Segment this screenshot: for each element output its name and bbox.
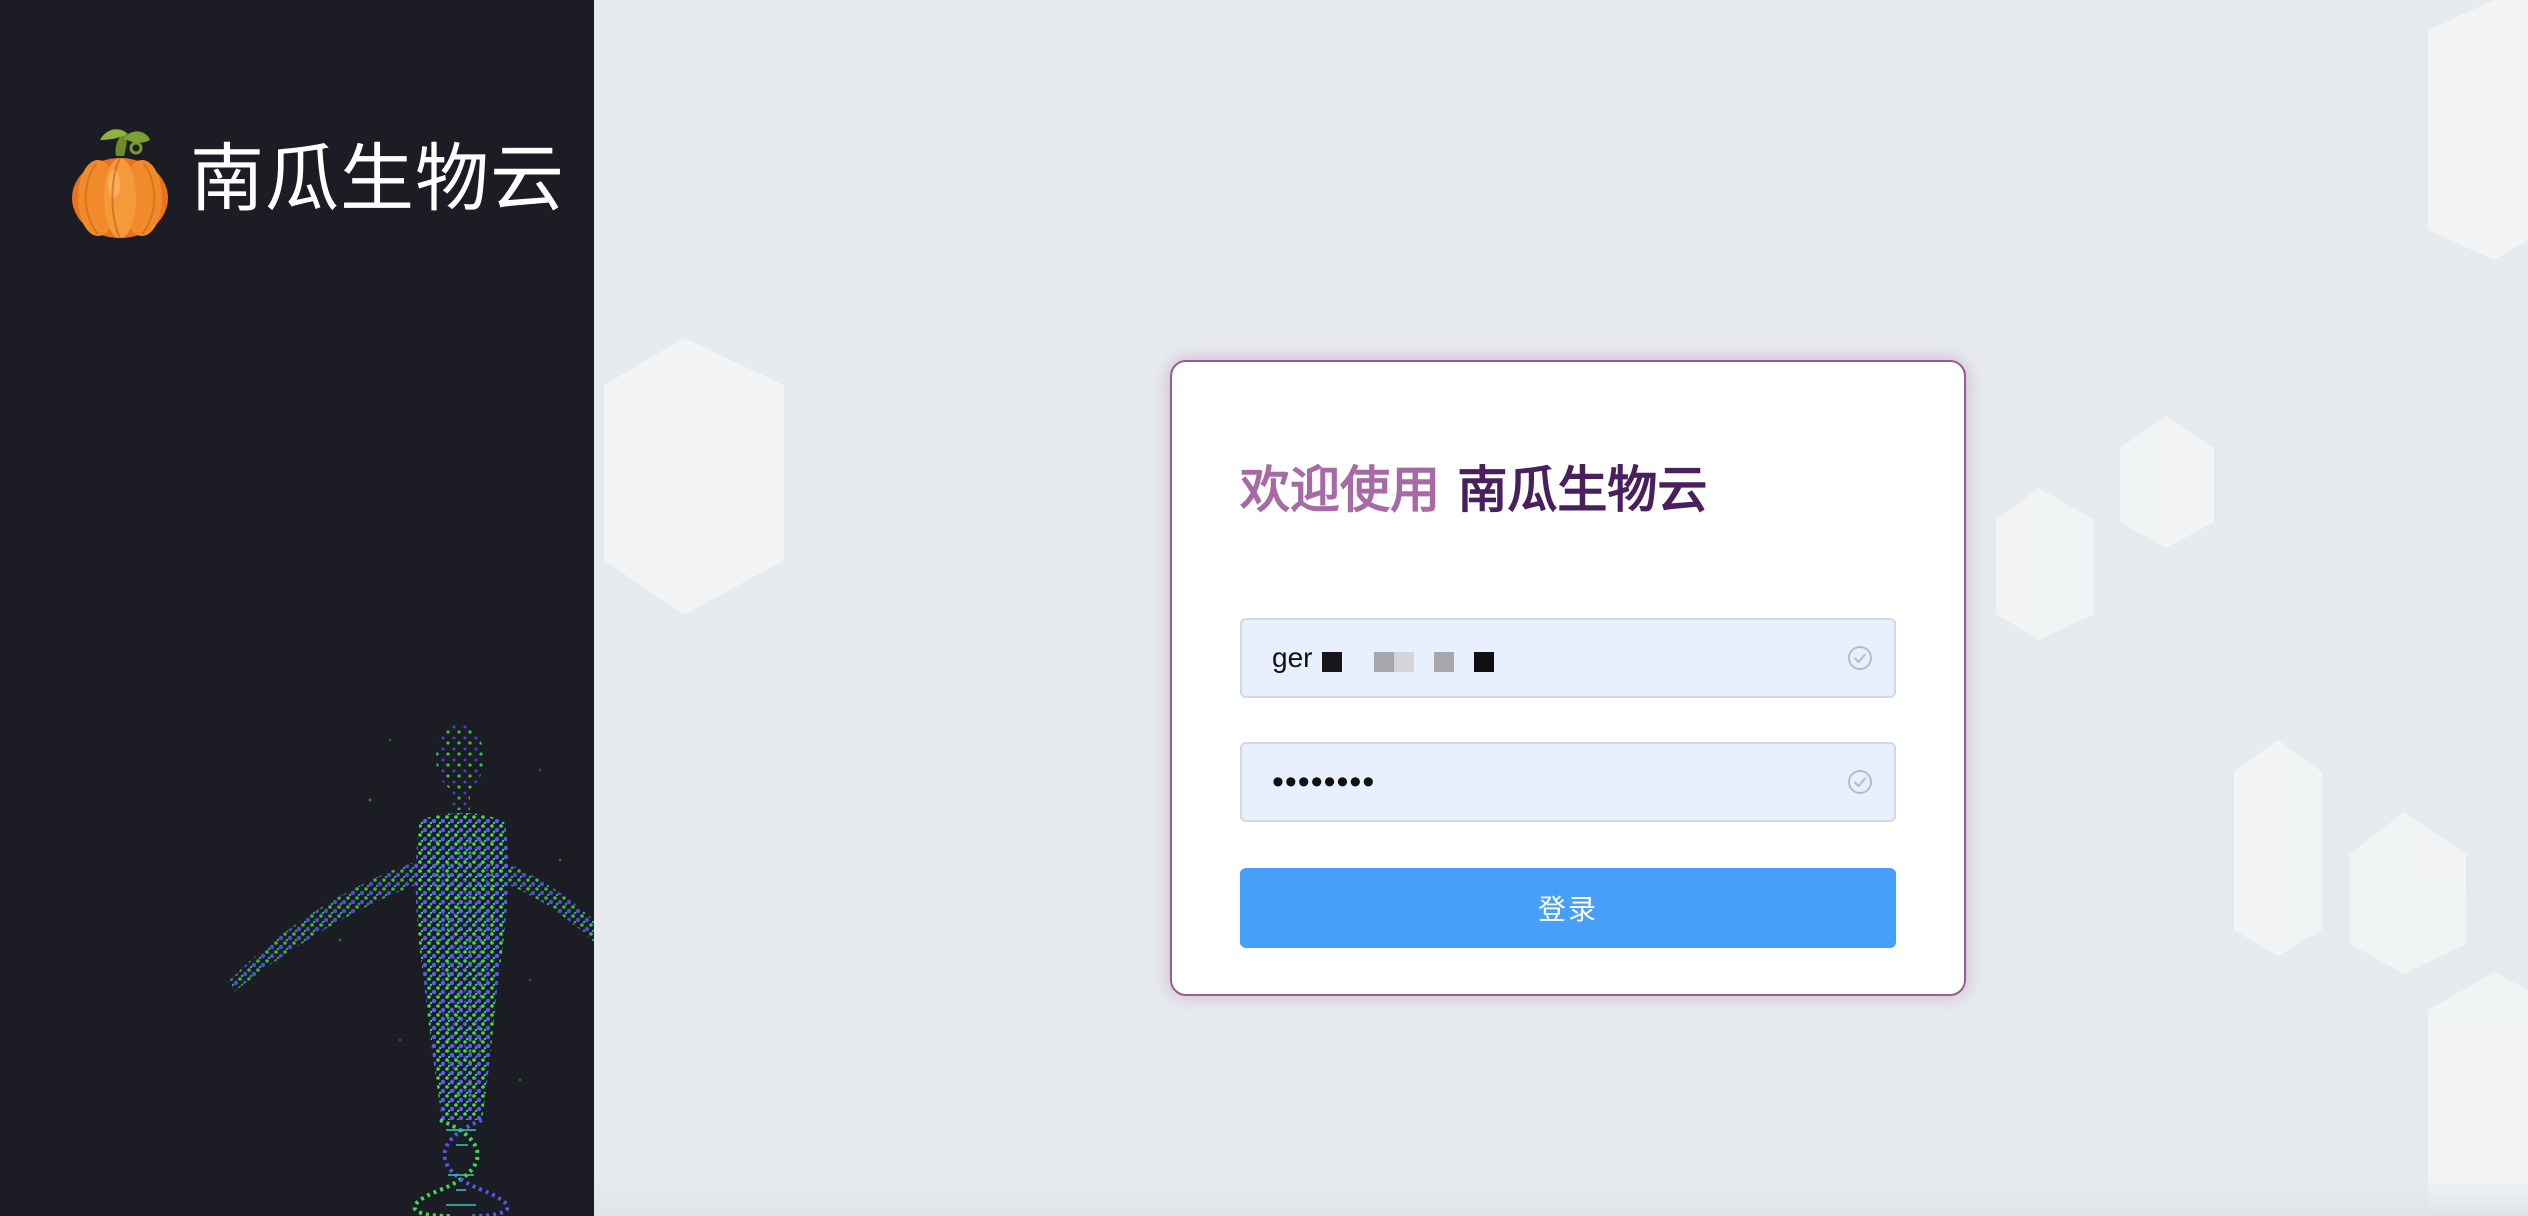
- welcome-prefix: 欢迎使用: [1240, 459, 1440, 519]
- login-button[interactable]: 登录: [1240, 868, 1896, 948]
- login-card: 欢迎使用 南瓜生物云 ger •••••••• 登录: [1170, 360, 1966, 996]
- pumpkin-icon: [72, 129, 168, 239]
- password-input[interactable]: [1272, 752, 1846, 812]
- dna-human-illustration: [230, 724, 594, 1216]
- login-page: 南瓜生物云 欢迎使用 南瓜生物云 ger •••••••• 登录: [0, 0, 2528, 1216]
- redacted-text-mask: [1322, 652, 1494, 672]
- password-field[interactable]: [1240, 742, 1896, 822]
- brand-header: 南瓜生物云: [70, 118, 565, 240]
- username-field[interactable]: [1240, 618, 1896, 698]
- welcome-heading: 欢迎使用 南瓜生物云: [1240, 460, 1707, 520]
- check-circle-icon: [1848, 770, 1872, 794]
- welcome-brand: 南瓜生物云: [1457, 459, 1708, 519]
- brand-sidebar: 南瓜生物云: [0, 0, 594, 1216]
- check-circle-icon: [1848, 646, 1872, 670]
- brand-name: 南瓜生物云: [190, 136, 565, 222]
- login-area: 欢迎使用 南瓜生物云 ger •••••••• 登录: [594, 0, 2528, 1216]
- bottom-fade: [594, 1176, 2528, 1216]
